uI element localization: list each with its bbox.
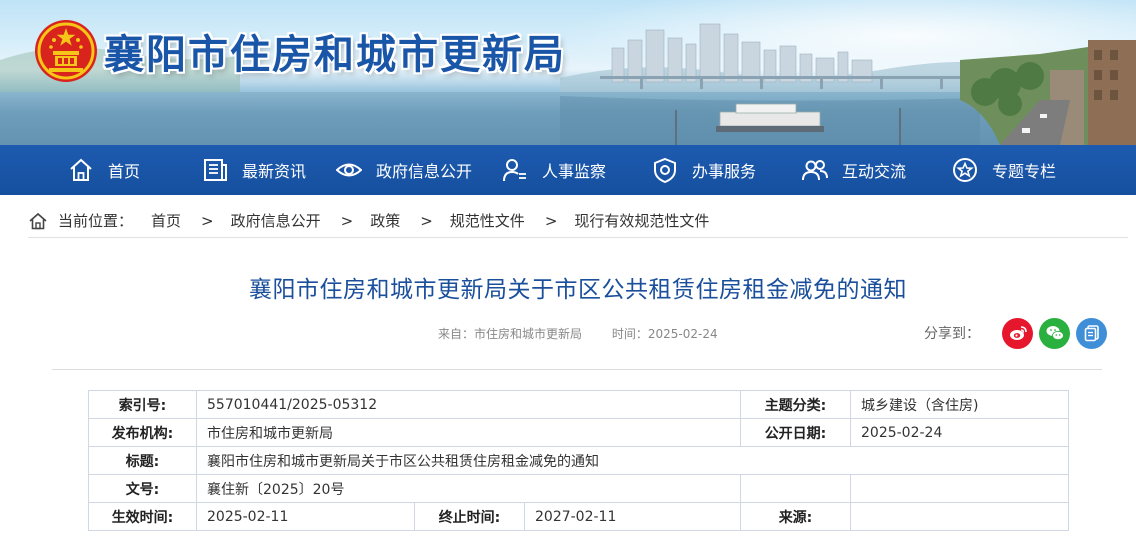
- breadcrumb-separator: >: [420, 211, 433, 230]
- expire-date-label: 终止时间:: [414, 502, 525, 531]
- article-meta: 来自：市住房和城市更新局 时间：2025-02-24: [438, 325, 744, 342]
- star-icon: [953, 158, 977, 182]
- table-row: 生效时间: 2025-02-11 终止时间: 2027-02-11 来源:: [88, 502, 1069, 531]
- copy-icon: [1084, 325, 1099, 342]
- nav-item-label: 互动交流: [842, 162, 907, 181]
- news-icon: [204, 159, 227, 181]
- share-bar: 分享到：: [924, 317, 1113, 349]
- doc-number-label: 文号:: [88, 474, 197, 503]
- eye-icon: [336, 163, 362, 177]
- article-time: 时间：2025-02-24: [611, 327, 718, 341]
- weibo-icon: [1009, 326, 1027, 340]
- effective-date-label: 生效时间:: [88, 502, 197, 531]
- share-weibo-button[interactable]: [1002, 317, 1033, 349]
- publish-date-label: 公开日期:: [740, 418, 851, 447]
- shield-icon: [654, 157, 676, 183]
- effective-date-value: 2025-02-11: [196, 502, 415, 531]
- nav-item-gov-info[interactable]: 政府信息公开: [336, 145, 472, 195]
- nav-item-home[interactable]: 首页: [68, 145, 140, 195]
- section-divider: [52, 369, 1102, 370]
- site-title: 襄阳市住房和城市更新局: [104, 32, 566, 78]
- nav-item-personnel[interactable]: 人事监察: [502, 145, 606, 195]
- origin-label: 来源:: [740, 502, 851, 531]
- table-row: 文号: 襄住新〔2025〕20号: [88, 474, 1069, 503]
- nav-item-label: 最新资讯: [242, 162, 307, 181]
- document-info-table: 索引号: 557010441/2025-05312 主题分类: 城乡建设（含住房…: [88, 390, 1069, 531]
- table-row: 发布机构: 市住房和城市更新局 公开日期: 2025-02-24: [88, 418, 1069, 447]
- header-banner: 襄阳市住房和城市更新局: [0, 0, 1136, 145]
- breadcrumb-item-normative-docs[interactable]: 规范性文件: [450, 210, 525, 231]
- empty-cell: [850, 474, 1069, 503]
- topic-label: 主题分类:: [740, 390, 851, 419]
- people-icon: [802, 160, 828, 181]
- nav-item-label: 办事服务: [692, 162, 757, 181]
- wechat-icon: [1046, 326, 1064, 341]
- breadcrumb: 当前位置： 首页 > 政府信息公开 > 政策 > 规范性文件 > 现行有效规范性…: [28, 204, 1128, 238]
- article-title: 襄阳市住房和城市更新局关于市区公共租赁住房租金减免的通知: [249, 277, 907, 303]
- breadcrumb-label: 当前位置：: [58, 212, 134, 230]
- person-icon: [503, 159, 526, 182]
- expire-date-value: 2027-02-11: [524, 502, 741, 531]
- breadcrumb-item-policy[interactable]: 政策: [370, 210, 400, 231]
- home-icon: [70, 158, 92, 181]
- nav-item-label: 专题专栏: [992, 162, 1057, 181]
- empty-cell: [740, 474, 851, 503]
- publish-date-value: 2025-02-24: [850, 418, 1069, 447]
- home-icon: [29, 212, 47, 229]
- doc-number-value: 襄住新〔2025〕20号: [196, 474, 741, 503]
- topic-value: 城乡建设（含住房): [850, 390, 1069, 419]
- nav-item-news[interactable]: 最新资讯: [202, 145, 306, 195]
- index-label: 索引号:: [88, 390, 197, 419]
- nav-item-label: 首页: [108, 162, 141, 181]
- title-value: 襄阳市住房和城市更新局关于市区公共租赁住房租金减免的通知: [196, 446, 1069, 475]
- share-label: 分享到：: [924, 326, 980, 342]
- nav-item-interaction[interactable]: 互动交流: [802, 145, 906, 195]
- breadcrumb-separator: >: [340, 211, 354, 230]
- table-row: 标题: 襄阳市住房和城市更新局关于市区公共租赁住房租金减免的通知: [88, 446, 1069, 475]
- breadcrumb-item-home[interactable]: 首页: [151, 210, 181, 231]
- breadcrumb-separator: >: [201, 211, 214, 230]
- nav-item-label: 人事监察: [542, 162, 607, 181]
- breadcrumb-separator: >: [544, 211, 558, 230]
- nav-item-services[interactable]: 办事服务: [652, 145, 756, 195]
- share-wechat-button[interactable]: [1039, 317, 1070, 349]
- origin-value: [850, 502, 1069, 531]
- main-nav: 首页 最新资讯 政府信息公开 人事监察 办事服务 互动交流 专题专栏: [0, 145, 1136, 195]
- title-label: 标题:: [88, 446, 197, 475]
- national-emblem-icon: [35, 20, 97, 82]
- nav-item-label: 政府信息公开: [376, 162, 473, 181]
- nav-item-topics[interactable]: 专题专栏: [952, 145, 1056, 195]
- article-source: 来自：市住房和城市更新局: [438, 327, 583, 341]
- share-copy-button[interactable]: [1076, 317, 1107, 349]
- publisher-label: 发布机构:: [88, 418, 197, 447]
- index-value: 557010441/2025-05312: [196, 390, 741, 419]
- breadcrumb-item-gov-info[interactable]: 政府信息公开: [231, 210, 321, 231]
- table-row: 索引号: 557010441/2025-05312 主题分类: 城乡建设（含住房…: [88, 390, 1069, 419]
- publisher-value: 市住房和城市更新局: [196, 418, 741, 447]
- breadcrumb-item-current-docs[interactable]: 现行有效规范性文件: [574, 210, 709, 231]
